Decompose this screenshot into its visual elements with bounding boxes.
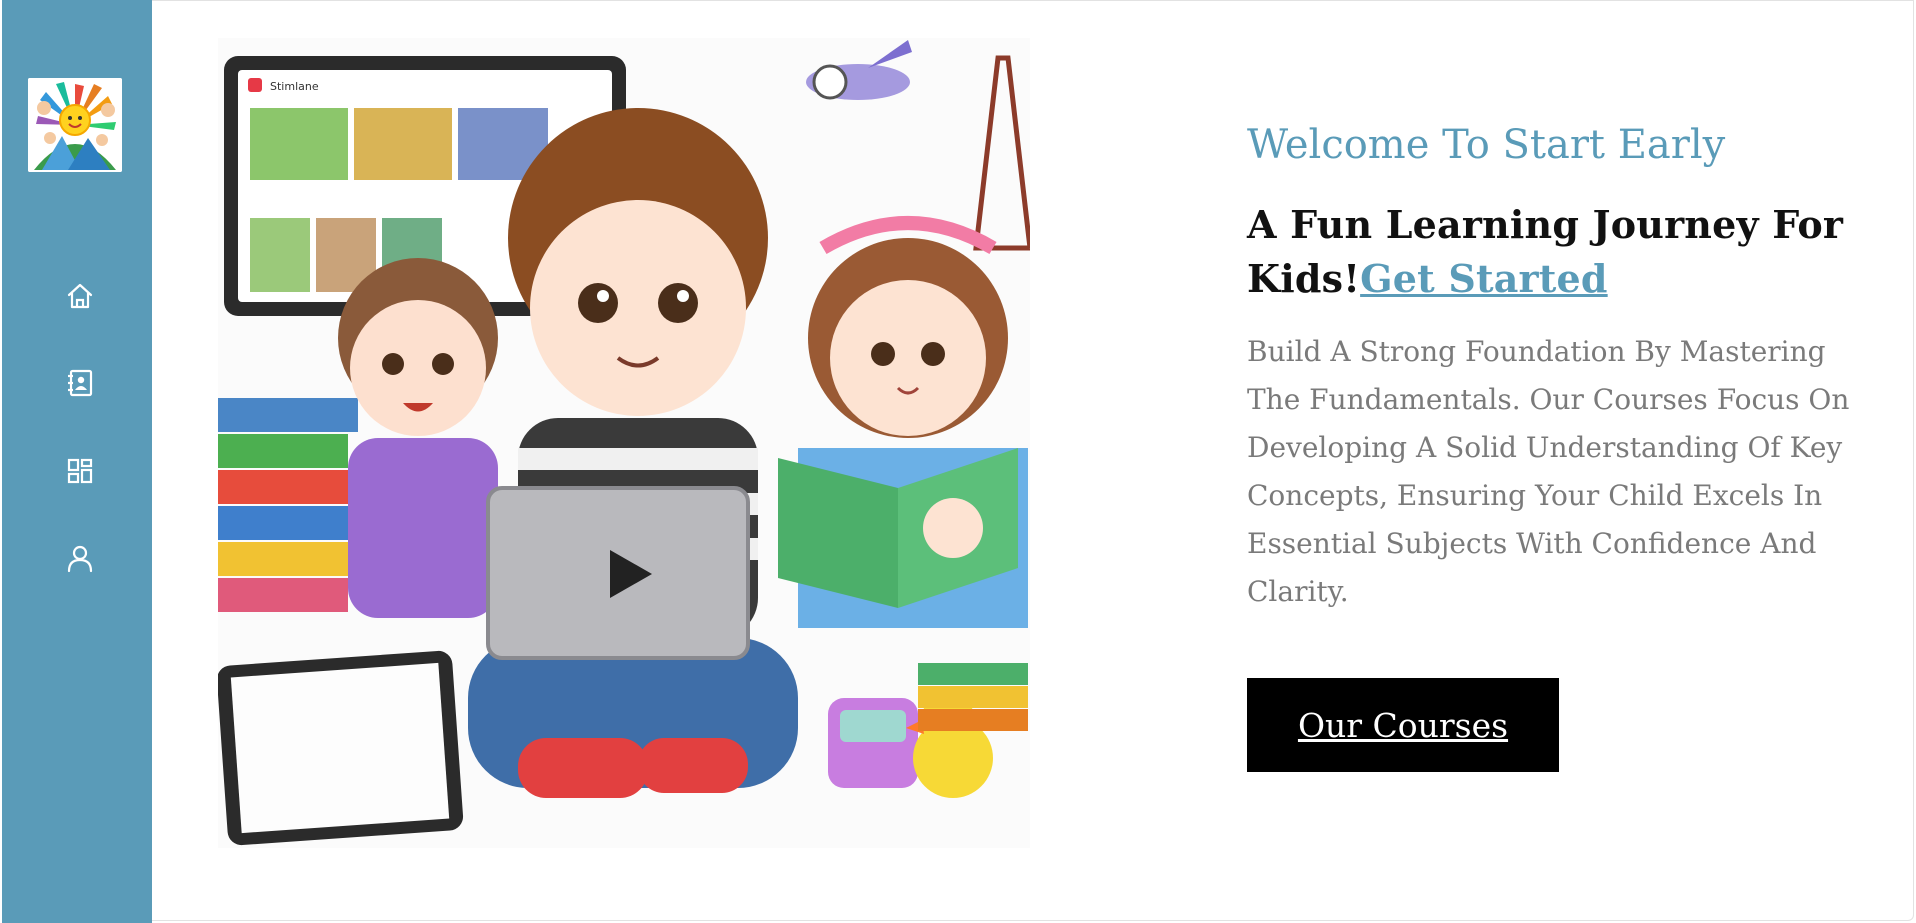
headline: A Fun Learning Journey For Kids!Get Star…: [1247, 198, 1867, 306]
logo-graphic: [28, 78, 122, 172]
home-icon: [67, 283, 93, 309]
dashboard-grid-icon: [67, 458, 93, 484]
hero-illustration: Stimlane: [218, 38, 1030, 848]
user-icon: [67, 545, 93, 573]
nav-home[interactable]: [60, 276, 100, 316]
description: Build A Strong Foundation By Mastering T…: [1247, 335, 1850, 608]
get-started-link[interactable]: Get Started: [1360, 256, 1608, 301]
start-early-logo[interactable]: [28, 78, 122, 172]
nav-contacts[interactable]: [60, 363, 100, 403]
hero-content: Welcome To Start Early A Fun Learning Jo…: [1247, 112, 1867, 616]
welcome-title: Welcome To Start Early: [1247, 122, 1726, 168]
contact-card-icon: [68, 369, 93, 397]
nav-profile[interactable]: [60, 538, 100, 578]
nav-dashboard[interactable]: [60, 451, 100, 491]
mini-screen-label: Stimlane: [270, 80, 319, 93]
kids-learning-illustration: Stimlane: [218, 38, 1030, 848]
our-courses-button[interactable]: Our Courses: [1247, 678, 1559, 772]
sidebar: [2, 0, 152, 923]
